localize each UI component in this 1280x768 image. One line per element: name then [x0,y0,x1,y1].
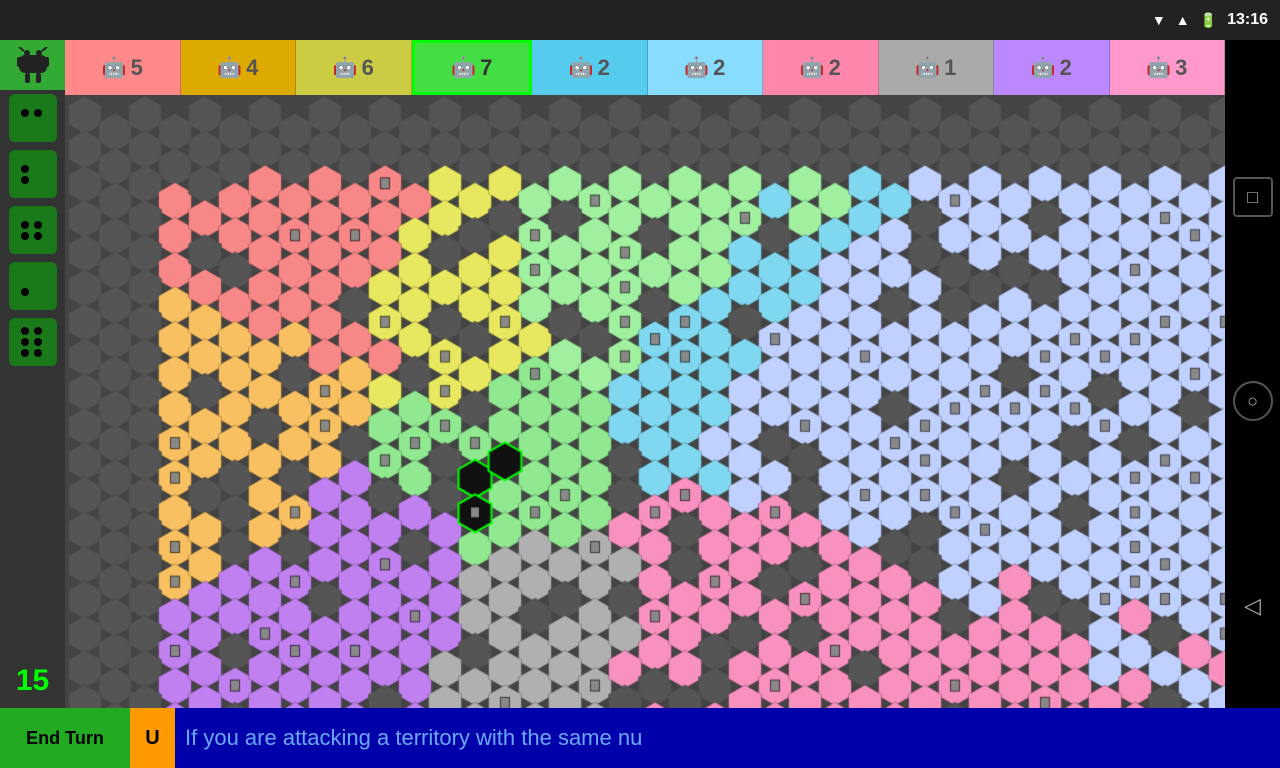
player-slot-6: 🤖2 [763,40,879,95]
android-icon-9: 🤖 [1146,55,1171,80]
dice-4-button[interactable] [9,206,57,254]
android-icon-0: 🤖 [102,55,127,80]
message-bar: If you are attacking a territory with th… [175,708,1280,768]
player-count-0: 5 [131,55,143,81]
android-icon-7: 🤖 [915,55,940,80]
square-button[interactable]: □ [1233,177,1273,217]
hex-canvas[interactable] [65,95,1225,708]
dice-1-button[interactable] [9,262,57,310]
turn-number: 15 [0,653,65,708]
android-icon-6: 🤖 [800,55,825,80]
player-slot-7: 🤖1 [879,40,995,95]
bottom-bar: End Turn U If you are attacking a territ… [0,708,1280,768]
wifi-icon: ▼ [1152,12,1166,28]
android-icon-5: 🤖 [684,55,709,80]
clock: 13:16 [1227,11,1268,29]
signal-icon: ▲ [1176,12,1190,28]
android-icon-8: 🤖 [1031,55,1056,80]
dice-2-button[interactable] [9,94,57,142]
right-nav: □ ○ ◁ [1225,95,1280,708]
player-slot-0: 🤖5 [65,40,181,95]
player-slot-2: 🤖6 [296,40,412,95]
player-count-6: 2 [829,55,841,81]
player-slot-9: 🤖3 [1110,40,1226,95]
android-icon-4: 🤖 [569,55,594,80]
player-count-8: 2 [1060,55,1072,81]
player-count-5: 2 [713,55,725,81]
undo-button[interactable]: U [130,708,175,768]
player-slot-4: 🤖2 [532,40,648,95]
player-slot-5: 🤖2 [648,40,764,95]
player-count-7: 1 [944,55,956,81]
player-count-2: 6 [362,55,374,81]
android-icon-1: 🤖 [217,55,242,80]
player-slot-8: 🤖2 [994,40,1110,95]
circle-button[interactable]: ○ [1233,381,1273,421]
player-slot-3: 🤖7 [412,40,533,95]
player-bar: 🤖5🤖4🤖6🤖7🤖2🤖2🤖2🤖1🤖2🤖3 [65,40,1225,95]
back-button[interactable]: ◁ [1233,586,1273,626]
end-turn-button[interactable]: End Turn [0,708,130,768]
player-count-1: 4 [246,55,258,81]
status-bar: ▼ ▲ 🔋 13:16 [0,0,1280,40]
player-count-3: 7 [480,55,492,81]
battery-icon: 🔋 [1200,12,1217,29]
player-slot-1: 🤖4 [181,40,297,95]
dice-3-button[interactable] [9,150,57,198]
android-icon-3: 🤖 [451,55,476,80]
game-map[interactable] [65,95,1225,708]
player-count-9: 3 [1175,55,1187,81]
player-count-4: 2 [598,55,610,81]
android-icon-2: 🤖 [333,55,358,80]
main-android-icon [0,40,65,90]
dice-6-button[interactable] [9,318,57,366]
left-panel [0,40,65,708]
